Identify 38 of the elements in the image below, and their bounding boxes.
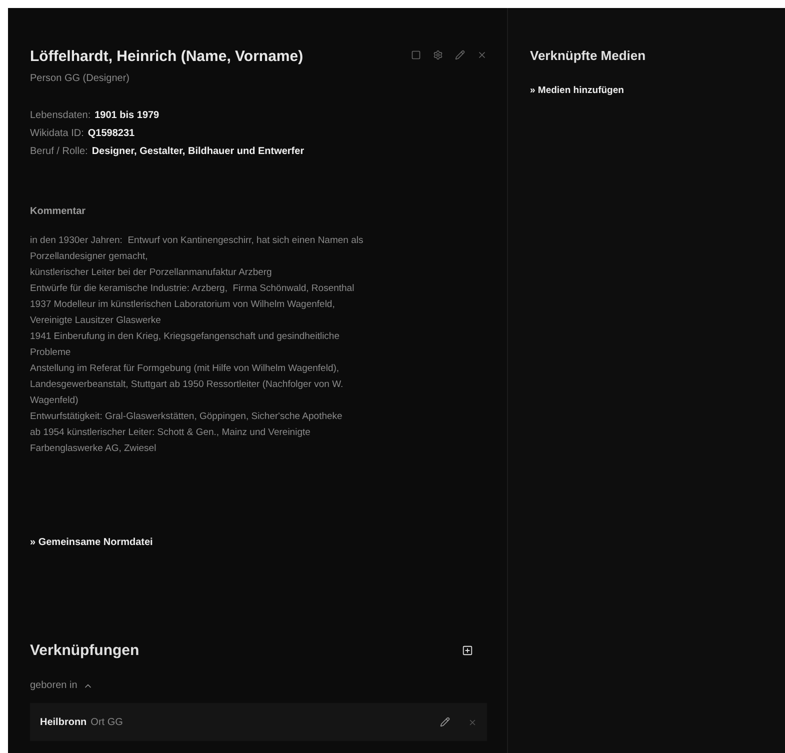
close-icon[interactable] xyxy=(477,50,487,60)
fact-value: 1901 bis 1979 xyxy=(94,108,160,122)
comment-line: Vereinigte Lausitzer Glaswerke xyxy=(30,314,162,328)
pencil-icon[interactable] xyxy=(455,50,465,60)
fact-label: Beruf / Rolle: xyxy=(30,144,88,158)
link-type: Ort GG xyxy=(90,716,123,730)
add-media-link[interactable]: » Medien hinzufügen xyxy=(530,84,785,98)
comment-line: künstlerischer Leiter bei der Porzellanmanufaktur Arzberg xyxy=(30,266,273,280)
fact-label: Wikidata ID: xyxy=(30,126,84,140)
comment-line: Landesgewerbeanstalt, Stuttgart ab 1950 Ressortleiter (Nachfolger von W. xyxy=(30,378,344,392)
links-title: Verknüpfungen xyxy=(30,640,140,660)
close-icon[interactable] xyxy=(468,718,477,726)
comment-line: Entwurfstätigkeit: Gral-Glaswerkstätten, Göppingen, Sicher'sche Apotheke xyxy=(30,410,344,424)
link-row[interactable]: Heilbronn Ort GG xyxy=(30,703,487,741)
link-name: Heilbronn xyxy=(40,716,87,730)
fact-value: Designer, Gestalter, Bildhauer und Entwerfer xyxy=(92,144,304,158)
comment-line: Wagenfeld) xyxy=(30,394,80,408)
square-icon[interactable] xyxy=(411,50,421,60)
comment-line: 1937 Modelleur im künstlerischen Laboratorium von Wilhelm Wagenfeld, xyxy=(30,298,336,312)
add-icon[interactable] xyxy=(462,645,473,656)
fact-value: Q1598231 xyxy=(88,126,135,140)
comment-line: Farbenglaswerke AG, Zwiesel xyxy=(30,442,158,456)
comment-line: ab 1954 künstlerischer Leiter: Schott & Gen., Mainz und Vereinigte xyxy=(30,426,312,440)
fact-label: Lebensdaten: xyxy=(30,108,91,122)
media-title: Verknüpfte Medien xyxy=(530,47,647,65)
comment-line: Entwürfe für die keramische Industrie: Arzberg, Firma Schönwald, Rosenthal xyxy=(30,282,356,296)
record-subtitle: Person GG (Designer) xyxy=(30,72,130,86)
record-title: Löffelhardt, Heinrich (Name, Vorname) xyxy=(30,47,304,67)
comment-line: Probleme xyxy=(30,346,72,360)
pencil-icon[interactable] xyxy=(440,717,450,727)
normdatei-link[interactable]: » Gemeinsame Normdatei xyxy=(30,534,487,550)
group-label: geboren in xyxy=(30,679,78,693)
comment-line: Anstellung im Referat für Formgebung (mit Hilfe von Wilhelm Wagenfeld), xyxy=(30,362,340,376)
comment-heading: Kommentar xyxy=(30,204,87,218)
settings-icon[interactable] xyxy=(433,50,443,60)
comment-line: in den 1930er Jahren: Entwurf von Kantinengeschirr, hat sich einen Namen als xyxy=(30,234,364,248)
comment-line: 1941 Einberufung in den Krieg, Kriegsgefangenschaft und gesindheitliche xyxy=(30,330,341,344)
comment-line: Porzellandesigner gemacht, xyxy=(30,250,149,264)
